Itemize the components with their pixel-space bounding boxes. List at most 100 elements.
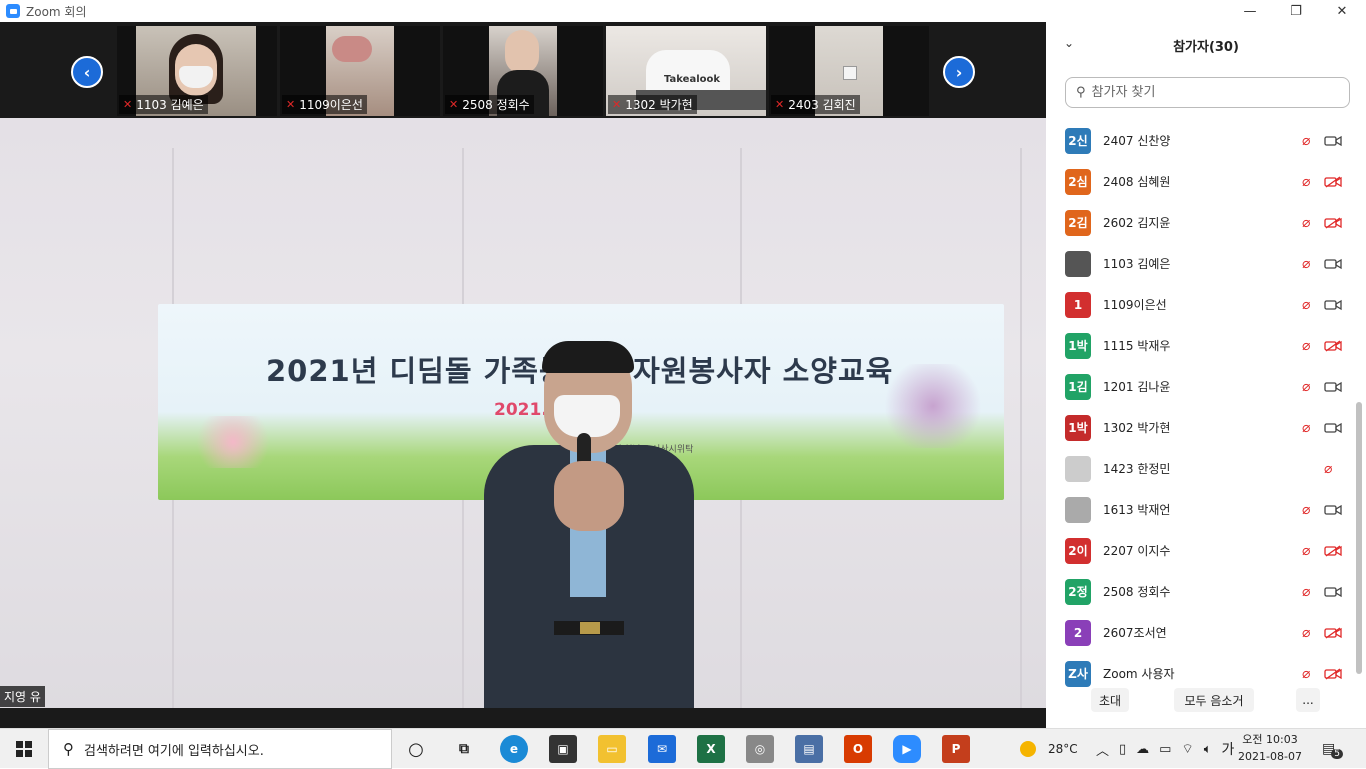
video-off-icon[interactable] (1324, 544, 1342, 557)
participant-row[interactable]: 2이 2207 이지수 ⌀ (1046, 530, 1354, 571)
participant-search-input[interactable] (1091, 85, 1332, 100)
muted-mic-icon[interactable]: ⌀ (1302, 502, 1310, 518)
cortana-icon[interactable]: ○ (402, 735, 430, 763)
participant-avatar: 2심 (1065, 168, 1091, 195)
video-thumbnail[interactable]: ✕ 1103 김예은 (117, 26, 277, 116)
participant-search[interactable]: ⚲ (1065, 77, 1350, 108)
powerpoint-icon[interactable]: P (942, 735, 970, 763)
notification-button[interactable]: ▤ 5 (1322, 729, 1343, 769)
clock-date: 2021-08-07 (1238, 750, 1302, 763)
video-thumbnail[interactable]: ✕ 2403 김회진 (769, 26, 929, 116)
taskbar-search-text: 검색하려면 여기에 입력하십시오. (84, 743, 264, 759)
participant-name: 2207 이지수 (1103, 544, 1171, 558)
network-app-icon[interactable]: ▤ (795, 735, 823, 763)
taskbar-search[interactable]: ⚲ 검색하려면 여기에 입력하십시오. (48, 729, 392, 769)
video-thumbnail[interactable]: ✕ 1109이은선 (280, 26, 440, 116)
participant-row[interactable]: 1613 박재언 ⌀ (1046, 489, 1354, 530)
muted-mic-icon[interactable]: ⌀ (1302, 420, 1310, 436)
participant-row[interactable]: 2심 2408 심혜원 ⌀ (1046, 161, 1354, 202)
battery-icon[interactable]: ▭ (1159, 742, 1171, 757)
video-camera-icon[interactable] (1324, 381, 1342, 393)
participant-row[interactable]: 1103 김예은 ⌀ (1046, 243, 1354, 284)
participant-name: 1302 박가현 (1103, 421, 1171, 435)
muted-mic-icon[interactable]: ⌀ (1302, 133, 1310, 149)
office-icon[interactable]: O (844, 735, 872, 763)
start-button[interactable] (0, 729, 48, 769)
thumbnail-name-bar: ✕ 2403 김회진 (771, 95, 860, 114)
video-off-icon[interactable] (1324, 175, 1342, 188)
mail-icon[interactable]: ✉ (648, 735, 676, 763)
device-icon[interactable]: ▯ (1119, 742, 1126, 757)
participant-row[interactable]: 1김 1201 김나윤 ⌀ (1046, 366, 1354, 407)
video-thumbnail[interactable]: Takealook ✕ 1302 박가현 (606, 26, 766, 116)
participant-scrollbar[interactable] (1356, 402, 1362, 674)
restore-button[interactable]: ❐ (1273, 0, 1319, 22)
muted-mic-icon[interactable]: ⌀ (1302, 174, 1310, 190)
thumbnail-name: 2508 정회수 (462, 98, 530, 112)
task-view-icon[interactable]: ⧉ (450, 735, 478, 763)
muted-mic-icon[interactable]: ⌀ (1302, 584, 1310, 600)
muted-mic-icon[interactable]: ⌀ (1302, 379, 1310, 395)
participant-avatar: 1김 (1065, 373, 1091, 400)
close-button[interactable]: ✕ (1319, 0, 1365, 22)
participant-avatar: 1박 (1065, 332, 1091, 359)
banner-illustration-right (878, 364, 988, 448)
muted-mic-icon[interactable]: ⌀ (1302, 543, 1310, 559)
participant-row[interactable]: 1박 1115 박재우 ⌀ (1046, 325, 1354, 366)
next-page-button[interactable]: › (943, 56, 975, 88)
thumbnail-name-bar: ✕ 1109이은선 (282, 95, 367, 114)
app-icon[interactable]: ◎ (746, 735, 774, 763)
cloud-icon[interactable]: ☁ (1136, 742, 1149, 757)
participant-row[interactable]: 2신 2407 신찬양 ⌀ (1046, 120, 1354, 161)
participant-row[interactable]: 1박 1302 박가현 ⌀ (1046, 407, 1354, 448)
participant-row[interactable]: Z사 Zoom 사용자 ⌀ (1046, 653, 1354, 690)
video-camera-icon[interactable] (1324, 504, 1342, 516)
window-title: Zoom 회의 (26, 4, 87, 19)
participant-row[interactable]: 2정 2508 정회수 ⌀ (1046, 571, 1354, 612)
muted-mic-icon[interactable]: ⌀ (1302, 256, 1310, 272)
participant-avatar: 1박 (1065, 414, 1091, 441)
video-off-icon[interactable] (1324, 216, 1342, 229)
speaker-figure (484, 341, 694, 708)
participant-row[interactable]: 1 1109이은선 ⌀ (1046, 284, 1354, 325)
video-camera-icon[interactable] (1324, 299, 1342, 311)
participant-row[interactable]: 2김 2602 김지윤 ⌀ (1046, 202, 1354, 243)
video-thumbnail[interactable]: ✕ 2508 정회수 (443, 26, 603, 116)
thumbnail-strip: ‹ ✕ 1103 김예은 ✕ 1109이은선 ✕ 2508 정회수 Takeal… (0, 22, 1046, 118)
volume-icon[interactable]: 🔈︎ (1204, 742, 1212, 757)
thumbnail-name-bar: ✕ 1103 김예은 (119, 95, 208, 114)
participant-name: 1115 박재우 (1103, 339, 1171, 353)
clock-time: 오전 10:03 (1242, 733, 1298, 746)
muted-mic-icon[interactable]: ⌀ (1302, 215, 1310, 231)
video-off-icon[interactable] (1324, 626, 1342, 639)
wifi-icon[interactable]: ⌔ (1181, 741, 1193, 757)
muted-mic-icon[interactable]: ⌀ (1302, 297, 1310, 313)
muted-mic-icon[interactable]: ⌀ (1302, 625, 1310, 641)
video-camera-icon[interactable] (1324, 422, 1342, 434)
prev-page-button[interactable]: ‹ (71, 56, 103, 88)
muted-mic-icon[interactable]: ⌀ (1302, 666, 1310, 682)
video-camera-icon[interactable] (1324, 258, 1342, 270)
video-camera-icon[interactable] (1324, 135, 1342, 147)
participant-name: 2508 정회수 (1103, 585, 1171, 599)
mute-all-button[interactable]: 모두 음소거 (1174, 688, 1254, 712)
muted-mic-icon[interactable]: ⌀ (1302, 338, 1310, 354)
participant-name: 1423 한정민 (1103, 462, 1171, 476)
excel-icon[interactable]: X (697, 735, 725, 763)
more-options-button[interactable]: ... (1296, 688, 1320, 712)
video-off-icon[interactable] (1324, 667, 1342, 680)
zoom-taskbar-icon[interactable]: ▶ (893, 735, 921, 763)
chevron-up-icon[interactable]: ︿ (1096, 740, 1109, 759)
minimize-button[interactable]: — (1227, 0, 1273, 22)
video-off-icon[interactable] (1324, 339, 1342, 352)
weather-widget[interactable]: 28°C (1020, 729, 1078, 769)
edge-icon[interactable]: e (500, 735, 528, 763)
system-clock[interactable]: 오전 10:03 2021-08-07 (1232, 731, 1308, 765)
store-icon[interactable]: ▣ (549, 735, 577, 763)
muted-mic-icon[interactable]: ⌀ (1324, 461, 1332, 477)
video-camera-icon[interactable] (1324, 586, 1342, 598)
participant-row[interactable]: 1423 한정민 ⌀ (1046, 448, 1354, 489)
file-explorer-icon[interactable]: ▭ (598, 735, 626, 763)
invite-button[interactable]: 초대 (1091, 688, 1129, 712)
participant-row[interactable]: 2 2607조서연 ⌀ (1046, 612, 1354, 653)
